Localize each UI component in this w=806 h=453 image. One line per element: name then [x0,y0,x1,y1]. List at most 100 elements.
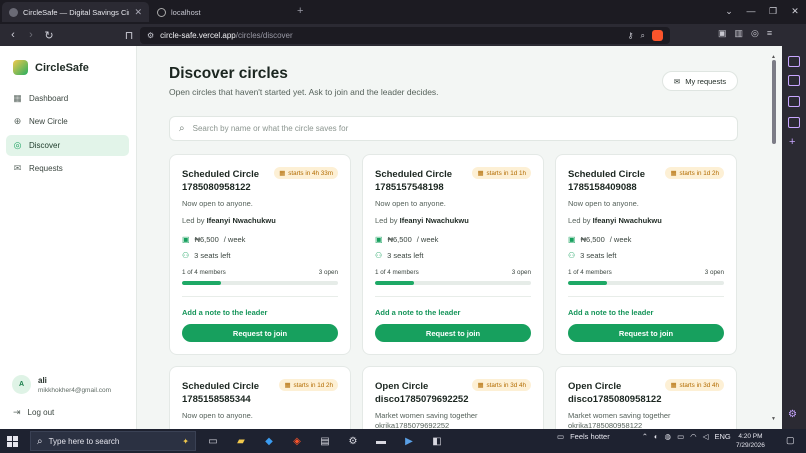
volume-icon[interactable]: ◁ [703,432,709,441]
open-count: 3 open [511,269,531,276]
task-view-icon[interactable]: ▭ [202,432,224,450]
seats-left: ⚇ 3 seats left [375,251,424,260]
wallet-panel-icon[interactable] [788,56,800,67]
brand-name: CircleSafe [35,61,89,74]
scroll-down-arrow[interactable]: ▼ [771,416,776,422]
circle-card: Scheduled Circle 1785157548198 ▦ starts i… [362,154,544,355]
members-count: 1 of 4 members [182,269,226,276]
taskbar-search[interactable]: ⌕ Type here to search ✦ [30,431,196,451]
notifications-icon[interactable]: ▢ [786,435,795,446]
minimize-button[interactable]: — [740,6,762,17]
menu-icon[interactable]: ≡ [767,28,772,39]
user-profile[interactable]: A ali mikkhokher4@gmail.com [12,375,111,394]
app-icon[interactable]: ◧ [426,432,448,450]
weather-label[interactable]: Feels hotter [570,432,610,441]
circle-leader: Led by Ifeanyi Nwachukwu [182,216,276,225]
add-note-link[interactable]: Add a note to the leader [182,308,267,317]
progress-fill [182,281,221,285]
clock[interactable]: 4:20 PM 7/29/2026 [736,432,765,450]
browser-tab-active[interactable]: CircleSafe — Digital Savings Circ ✕ [2,2,149,22]
logout-button[interactable]: ⇥ Log out [13,407,54,418]
circle-description: Now open to anyone. [182,411,253,420]
file-explorer-icon[interactable]: ▰ [230,432,252,450]
back-button[interactable]: ‹ [4,29,22,41]
bookmark-icon[interactable]: ⊓ [120,29,138,42]
close-tab-icon[interactable]: ✕ [134,7,142,18]
windows-start-button[interactable] [7,435,27,447]
browser-tab-localhost[interactable]: localhost [150,2,290,22]
my-requests-button[interactable]: ✉ My requests [662,71,738,91]
request-to-join-button[interactable]: Request to join [568,324,724,342]
calendar-icon: ▦ [670,169,677,177]
forward-button[interactable]: › [22,29,40,41]
wallet-icon: ▣ [182,235,190,244]
inbox-icon: ✉ [13,163,22,173]
search-icon: ⌕ [179,123,185,134]
clock-date: 7/29/2026 [736,442,765,449]
start-badge: ▦ starts in 3d 4h [472,379,531,391]
photos-icon[interactable]: ▤ [314,432,336,450]
members-progress-bar [568,281,724,285]
site-info-icon[interactable]: ⚙ [147,31,154,40]
sidebar-item-dashboard[interactable]: ▦ Dashboard [6,88,129,109]
new-tab-button[interactable]: + [297,5,303,17]
zoom-icon[interactable]: ⌕ [641,31,645,41]
globe-icon [157,7,166,17]
sidebar-item-discover[interactable]: ◎ Discover [6,135,129,156]
meet-icon[interactable]: ◐ [654,432,659,441]
request-to-join-button[interactable]: Request to join [182,324,338,342]
chevron-up-icon[interactable]: ⌃ [642,432,648,441]
address-bar[interactable]: ⚙ circle-safe.vercel.app/circles/discove… [140,27,670,44]
members-count: 1 of 4 members [568,269,612,276]
key-icon[interactable]: ⚷ [628,31,634,40]
terminal-icon[interactable]: ▬ [370,432,392,450]
wifi-icon[interactable]: ◠ [690,432,697,441]
battery-icon[interactable]: ▭ [677,432,684,441]
add-note-link[interactable]: Add a note to the leader [375,308,460,317]
bookmarks-panel-icon[interactable] [788,96,800,107]
history-panel-icon[interactable] [788,117,800,128]
close-window-button[interactable]: ✕ [784,6,806,17]
maximize-button[interactable]: ❐ [762,6,784,17]
brand[interactable]: CircleSafe [13,60,89,75]
weather-icon[interactable]: ▭ [557,432,564,441]
sidebar-item-label: Discover [29,141,61,150]
reload-button[interactable]: ↻ [40,29,58,42]
brave-browser-icon[interactable]: ◈ [286,432,308,450]
sidebar-item-requests[interactable]: ✉ Requests [6,158,129,179]
brave-shields-icon[interactable] [652,30,663,41]
my-requests-label: My requests [685,76,727,86]
circle-leader: Led by Ifeanyi Nwachukwu [375,216,469,225]
search-bar[interactable]: ⌕ [169,116,738,141]
calendar-icon: ▦ [284,381,291,389]
page-scrollbar[interactable]: ▲ ▼ [771,54,777,424]
start-badge: ▦ starts in 1d 2h [279,379,338,391]
progress-fill [375,281,414,285]
members-progress-bar [182,281,338,285]
add-panel-icon[interactable]: + [789,136,795,148]
network-icon[interactable]: ◍ [665,432,672,441]
vscode-icon[interactable]: ◆ [258,432,280,450]
contribution-amount: ▣ ₦6,500/ week [182,235,246,244]
scroll-thumb[interactable] [772,60,776,144]
search-input[interactable] [192,124,713,133]
circle-title: Scheduled Circle 1785157548198 [375,169,453,193]
powershell-icon[interactable]: ▶ [398,432,420,450]
vpn-icon[interactable]: ◎ [751,28,759,39]
circle-description: Now open to anyone. [375,199,446,208]
settings-gear-icon[interactable]: ⚙ [788,409,797,420]
reading-list-icon[interactable] [788,75,800,86]
search-icon: ⌕ [37,435,43,447]
chevron-down-icon[interactable]: ⌄ [718,6,740,17]
circle-card: Open Circle disco1785080958122 ▦ starts i… [555,366,737,429]
window-controls: ⌄ — ❐ ✕ [718,6,806,17]
seats-left: ⚇ 3 seats left [568,251,617,260]
request-to-join-button[interactable]: Request to join [375,324,531,342]
add-note-link[interactable]: Add a note to the leader [568,308,653,317]
wallet-icon[interactable]: ▣ [718,28,727,39]
settings-icon[interactable]: ⚙ [342,432,364,450]
language-indicator[interactable]: ENG [715,432,731,441]
start-badge: ▦ starts in 1d 1h [472,167,531,179]
sidebar-item-new-circle[interactable]: ⊕ New Circle [6,111,129,132]
sidebar-toggle-icon[interactable]: ▥ [735,28,744,39]
